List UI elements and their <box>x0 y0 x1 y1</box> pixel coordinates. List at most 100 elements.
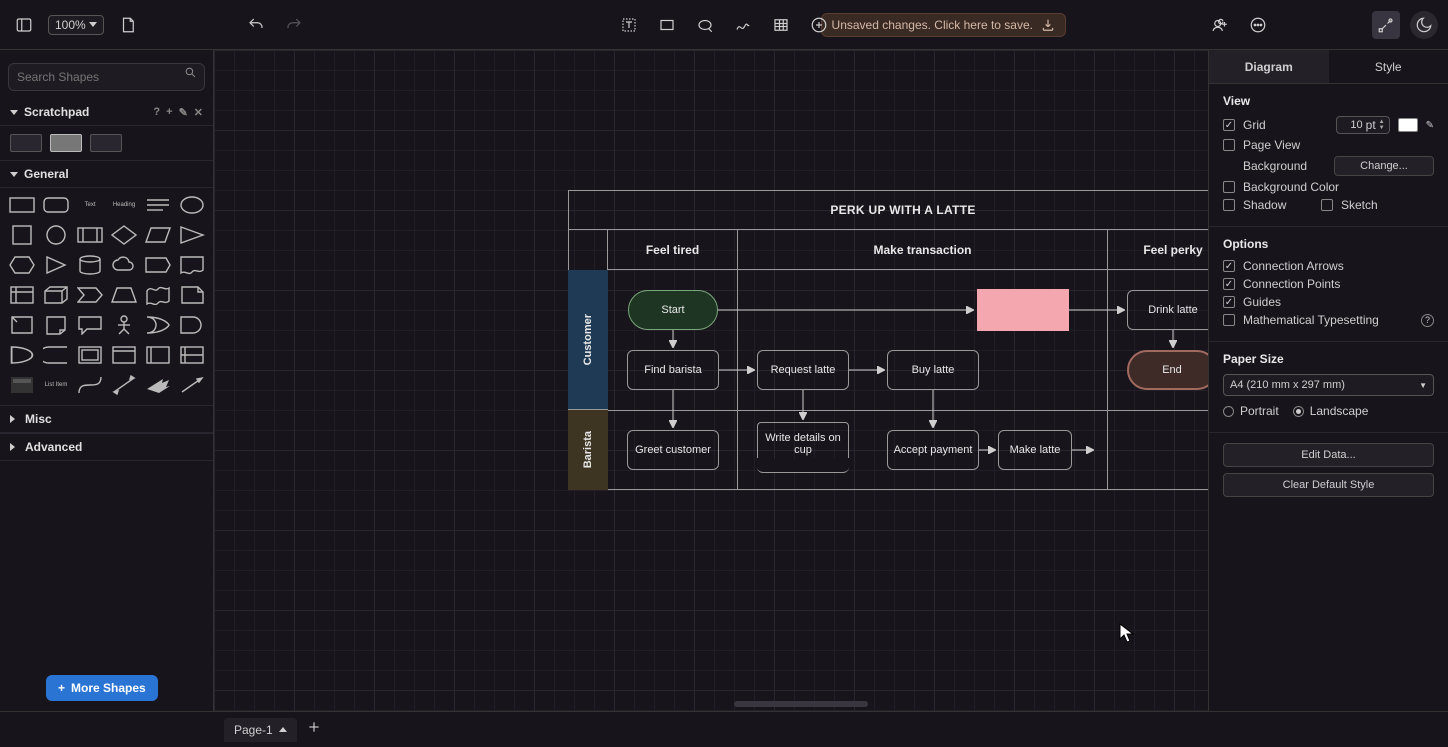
landscape-radio[interactable] <box>1293 406 1304 417</box>
pageview-checkbox[interactable] <box>1223 139 1235 151</box>
shape-or[interactable] <box>144 314 172 336</box>
node-write-details[interactable]: Write details on cup <box>757 422 849 466</box>
shape-and[interactable] <box>178 314 206 336</box>
shape-text[interactable]: Text <box>76 194 104 216</box>
scratchpad-header[interactable]: Scratchpad ? + ✎ ✕ <box>0 99 213 126</box>
shape-bidir-arrow[interactable] <box>110 374 138 396</box>
bgcolor-checkbox[interactable] <box>1223 181 1235 193</box>
shape-internal-storage[interactable] <box>8 284 36 306</box>
more-menu-icon[interactable] <box>1244 11 1272 39</box>
horizontal-scrollbar[interactable] <box>734 701 868 707</box>
role-customer[interactable]: Customer <box>568 270 608 410</box>
more-shapes-button[interactable]: + More Shapes <box>46 675 158 701</box>
shape-hexagon[interactable] <box>8 254 36 276</box>
guides-checkbox[interactable] <box>1223 296 1235 308</box>
diagram[interactable]: PERK UP WITH A LATTE Customer Barista Fe… <box>568 190 1208 490</box>
shape-card[interactable] <box>8 314 36 336</box>
grid-color-edit-icon[interactable]: ✎ <box>1426 120 1434 131</box>
node-find-barista[interactable]: Find barista <box>627 350 719 390</box>
grid-size-field[interactable]: pt ▲▼ <box>1336 116 1390 134</box>
shape-step[interactable] <box>76 284 104 306</box>
table-tool-icon[interactable] <box>767 11 795 39</box>
scratch-item[interactable] <box>50 134 82 152</box>
shape-document[interactable] <box>178 254 206 276</box>
theme-toggle-icon[interactable] <box>1410 11 1438 39</box>
shape-round-rect[interactable] <box>42 194 70 216</box>
node-drink-latte[interactable]: Drink latte <box>1127 290 1208 330</box>
node-pink[interactable] <box>977 289 1069 331</box>
shape-textblock[interactable] <box>144 194 172 216</box>
node-end[interactable]: End <box>1127 350 1208 390</box>
shape-callout-r[interactable] <box>144 254 172 276</box>
shape-halfcircle[interactable] <box>8 344 36 366</box>
shape-square[interactable] <box>8 224 36 246</box>
paper-size-select[interactable]: A4 (210 mm x 297 mm)▼ <box>1223 374 1434 396</box>
shape-ellipse[interactable] <box>178 194 206 216</box>
freehand-tool-icon[interactable] <box>729 11 757 39</box>
scratch-item[interactable] <box>90 134 122 152</box>
conn-points-checkbox[interactable] <box>1223 278 1235 290</box>
shadow-checkbox[interactable] <box>1223 199 1235 211</box>
shape-rect[interactable] <box>8 194 36 216</box>
shape-arrow-line[interactable] <box>178 374 206 396</box>
shape-circle[interactable] <box>42 224 70 246</box>
scratchpad-edit-icon[interactable]: ✎ <box>179 106 188 119</box>
sketch-checkbox[interactable] <box>1321 199 1333 211</box>
tab-style[interactable]: Style <box>1329 50 1448 83</box>
node-greet[interactable]: Greet customer <box>627 430 719 470</box>
scratchpad-add-icon[interactable]: + <box>166 106 172 118</box>
clear-style-button[interactable]: Clear Default Style <box>1223 473 1434 497</box>
background-change-button[interactable]: Change... <box>1334 156 1434 176</box>
tab-diagram[interactable]: Diagram <box>1209 50 1329 83</box>
general-header[interactable]: General <box>0 160 213 188</box>
advanced-header[interactable]: Advanced <box>0 433 213 461</box>
grid-checkbox[interactable] <box>1223 119 1235 131</box>
search-shapes-input[interactable] <box>8 63 205 91</box>
share-icon[interactable] <box>1206 11 1234 39</box>
shape-process[interactable] <box>76 224 104 246</box>
node-buy-latte[interactable]: Buy latte <box>887 350 979 390</box>
design-tools-icon[interactable] <box>1372 11 1400 39</box>
node-request-latte[interactable]: Request latte <box>757 350 849 390</box>
lane-feel-perky[interactable]: Feel perky <box>1108 230 1208 269</box>
redo-icon[interactable] <box>280 11 308 39</box>
add-page-button[interactable] <box>307 720 321 739</box>
shape-speech[interactable] <box>76 314 104 336</box>
shape-cylinder[interactable] <box>76 254 104 276</box>
shape-arrow-thick[interactable] <box>144 374 172 396</box>
diagram-title[interactable]: PERK UP WITH A LATTE <box>568 190 1208 230</box>
shape-play[interactable] <box>42 254 70 276</box>
undo-icon[interactable] <box>242 11 270 39</box>
shape-container[interactable] <box>76 344 104 366</box>
shape-note[interactable] <box>178 284 206 306</box>
canvas[interactable]: PERK UP WITH A LATTE Customer Barista Fe… <box>214 50 1208 711</box>
shape-curve[interactable] <box>76 374 104 396</box>
shape-actor[interactable] <box>110 314 138 336</box>
shape-cloud[interactable] <box>110 254 138 276</box>
shape-list[interactable] <box>8 374 36 396</box>
shape-heading[interactable]: Heading <box>110 194 138 216</box>
page-menu-icon[interactable] <box>279 727 287 732</box>
shape-window[interactable] <box>110 344 138 366</box>
shape-cube[interactable] <box>42 284 70 306</box>
role-barista[interactable]: Barista <box>568 410 608 490</box>
page-tab[interactable]: Page-1 <box>224 718 297 742</box>
shape-listitem[interactable]: List Item <box>42 374 70 396</box>
scratchpad-close-icon[interactable]: ✕ <box>194 106 203 119</box>
shape-datastore[interactable] <box>42 344 70 366</box>
zoom-select[interactable]: 100% <box>48 15 104 35</box>
shape-diamond[interactable] <box>110 224 138 246</box>
node-start[interactable]: Start <box>628 290 718 330</box>
ellipse-tool-icon[interactable] <box>691 11 719 39</box>
sidebar-toggle-icon[interactable] <box>10 11 38 39</box>
shape-tape[interactable] <box>144 284 172 306</box>
portrait-radio[interactable] <box>1223 406 1234 417</box>
misc-header[interactable]: Misc <box>0 405 213 433</box>
conn-arrows-checkbox[interactable] <box>1223 260 1235 272</box>
shape-triangle-right[interactable] <box>178 224 206 246</box>
math-help-icon[interactable]: ? <box>1421 314 1434 327</box>
new-page-icon[interactable] <box>114 11 142 39</box>
math-checkbox[interactable] <box>1223 314 1235 326</box>
node-accept-payment[interactable]: Accept payment <box>887 430 979 470</box>
lane-feel-tired[interactable]: Feel tired <box>608 230 738 269</box>
